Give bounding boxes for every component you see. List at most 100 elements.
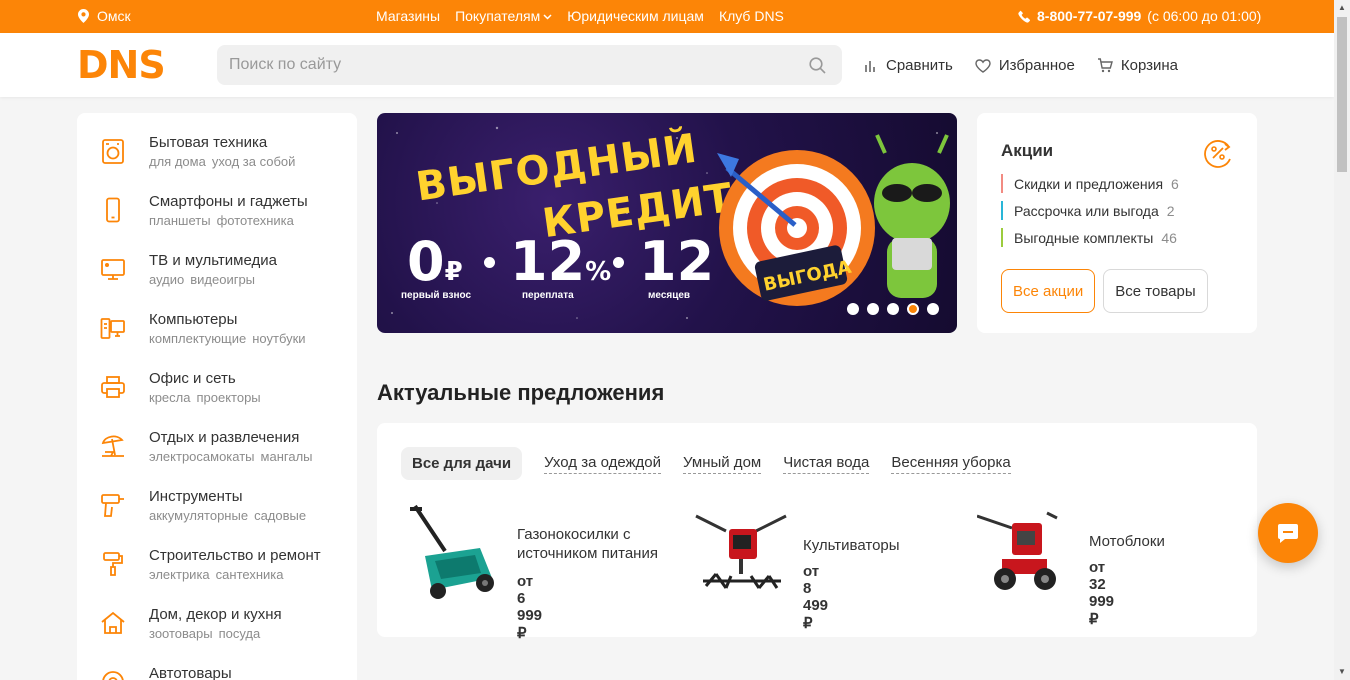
catalog-sub-link[interactable]: уход за собой xyxy=(212,154,296,169)
catalog-item-appliances[interactable]: Бытовая техника для дома уход за собой xyxy=(77,113,357,172)
banner-dot[interactable] xyxy=(887,303,899,315)
catalog-item-tools[interactable]: Инструменты аккумуляторные садовые xyxy=(77,467,357,526)
offers-tabs: Все для дачи Уход за одеждой Умный дом Ч… xyxy=(401,447,1011,480)
catalog-item-subs: электрика сантехника xyxy=(149,567,283,582)
catalog-item-computers[interactable]: Компьютеры комплектующие ноутбуки xyxy=(77,290,357,349)
catalog-item-smartphones[interactable]: Смартфоны и гаджеты планшеты фототехника xyxy=(77,172,357,231)
catalog-sub-link[interactable]: электросамокаты xyxy=(149,449,255,464)
city-name: Омск xyxy=(97,8,131,24)
catalog-sub-link[interactable]: электрика xyxy=(149,567,210,582)
catalog-item-subs: электросамокаты мангалы xyxy=(149,449,313,464)
banner-caption: переплата xyxy=(522,290,574,301)
search-bar xyxy=(217,45,842,85)
scroll-up-arrow-icon[interactable]: ▲ xyxy=(1334,0,1350,16)
promo-link-count: 2 xyxy=(1166,202,1175,219)
logo-text: DNS xyxy=(77,49,165,80)
catalog-sub-link[interactable]: планшеты xyxy=(149,213,211,228)
location-pin-icon xyxy=(78,9,89,23)
catalog-item-office[interactable]: Офис и сеть кресла проекторы xyxy=(77,349,357,408)
catalog-item-subs: кресла проекторы xyxy=(149,390,261,405)
tab-clean-water[interactable]: Чистая вода xyxy=(783,454,870,474)
catalog-item-subs: аккумуляторные садовые xyxy=(149,508,306,523)
page-scrollbar[interactable]: ▲ ▼ xyxy=(1334,0,1350,680)
phone-block[interactable]: 8-800-77-07-999 (с 06:00 до 01:00) xyxy=(1018,8,1261,24)
tab-smart-home[interactable]: Умный дом xyxy=(683,454,762,474)
cultivator-image xyxy=(695,514,787,589)
tv-icon xyxy=(101,259,125,280)
all-promos-button[interactable]: Все акции xyxy=(1001,269,1096,313)
catalog-item-title: ТВ и мультимедиа xyxy=(149,252,277,269)
header-links: Сравнить Избранное Корзина xyxy=(864,57,1178,74)
catalog-item-subs: комплектующие ноутбуки xyxy=(149,331,306,346)
catalog-sub-link[interactable]: для дома xyxy=(149,154,206,169)
catalog-item-title: Инструменты xyxy=(149,488,243,505)
top-bar: Омск Магазины Покупателям Юридическим ли… xyxy=(0,0,1334,33)
nav-customers-label: Покупателям xyxy=(455,8,541,24)
catalog-sub-link[interactable]: садовые xyxy=(254,508,306,523)
promo-link-label: Выгодные комплекты xyxy=(1014,229,1154,246)
search-input[interactable] xyxy=(217,45,777,85)
catalog-item-construction[interactable]: Строительство и ремонт электрика сантехни… xyxy=(77,526,357,585)
tab-clothes-care[interactable]: Уход за одеждой xyxy=(544,454,662,474)
catalog-sub-link[interactable]: мангалы xyxy=(261,449,313,464)
offer-product-price: от 8 499 ₽ xyxy=(803,563,829,632)
catalog-item-leisure[interactable]: Отдых и развлечения электросамокаты манга… xyxy=(77,408,357,467)
dns-logo[interactable]: DNS xyxy=(77,43,197,87)
chat-bubble-icon xyxy=(1278,524,1298,543)
catalog-item-title: Бытовая техника xyxy=(149,134,268,151)
banner-value: 0₽ xyxy=(407,230,463,293)
catalog-sub-link[interactable]: посуда xyxy=(219,626,261,641)
promotions-title: Акции xyxy=(1001,141,1054,160)
promo-link-bundles[interactable]: Выгодные комплекты 46 xyxy=(1001,224,1179,251)
favorites-link[interactable]: Избранное xyxy=(975,57,1075,74)
banner-separator-dot xyxy=(613,257,624,268)
catalog-item-auto[interactable]: Автотовары xyxy=(77,644,357,680)
catalog-sub-link[interactable]: проекторы xyxy=(196,390,260,405)
nav-stores[interactable]: Магазины xyxy=(376,8,440,24)
nav-customers[interactable]: Покупателям xyxy=(455,8,552,24)
catalog-sub-link[interactable]: аккумуляторные xyxy=(149,508,248,523)
banner-dot[interactable] xyxy=(867,303,879,315)
catalog-sub-link[interactable]: фототехника xyxy=(217,213,294,228)
cart-link[interactable]: Корзина xyxy=(1097,57,1178,74)
catalog-sub-link[interactable]: комплектующие xyxy=(149,331,246,346)
nav-club-dns[interactable]: Клуб DNS xyxy=(719,8,784,24)
scroll-down-arrow-icon[interactable]: ▼ xyxy=(1334,664,1350,680)
promotions-list: Скидки и предложения 6 Рассрочка или выго… xyxy=(1001,170,1179,251)
banner-caption: месяцев xyxy=(648,290,691,301)
scrollbar-thumb[interactable] xyxy=(1337,17,1347,172)
banner-caption: первый взнос xyxy=(401,290,472,301)
catalog-sub-link[interactable]: кресла xyxy=(149,390,190,405)
banner-separator-dot xyxy=(484,257,495,268)
car-wheel-icon xyxy=(102,671,124,680)
catalog-sub-link[interactable]: ноутбуки xyxy=(252,331,305,346)
offers-heading: Актуальные предложения xyxy=(377,380,665,405)
offer-product-price: от 32 999 ₽ xyxy=(1089,559,1115,628)
compare-link[interactable]: Сравнить xyxy=(864,57,953,74)
banner-dot[interactable] xyxy=(927,303,939,315)
banner-pagination xyxy=(847,303,939,315)
nav-business[interactable]: Юридическим лицам xyxy=(567,8,704,24)
catalog-sub-link[interactable]: видеоигры xyxy=(190,272,255,287)
banner-dot-active[interactable] xyxy=(907,303,919,315)
tab-spring-cleaning[interactable]: Весенняя уборка xyxy=(891,454,1011,474)
motoblock-image xyxy=(977,511,1058,590)
catalog-item-tv[interactable]: ТВ и мультимедиа аудио видеоигры xyxy=(77,231,357,290)
catalog-sub-link[interactable]: зоотовары xyxy=(149,626,213,641)
search-icon[interactable] xyxy=(809,57,826,74)
catalog-sub-link[interactable]: аудио xyxy=(149,272,184,287)
promo-link-installments[interactable]: Рассрочка или выгода 2 xyxy=(1001,197,1179,224)
promo-link-discounts[interactable]: Скидки и предложения 6 xyxy=(1001,170,1179,197)
house-icon xyxy=(101,611,125,634)
chat-button[interactable] xyxy=(1258,503,1318,563)
banner-dot[interactable] xyxy=(847,303,859,315)
offer-product-name: Мотоблоки xyxy=(1089,533,1165,550)
all-goods-button[interactable]: Все товары xyxy=(1103,269,1208,313)
catalog-item-title: Отдых и развлечения xyxy=(149,429,300,446)
catalog-item-subs: зоотовары посуда xyxy=(149,626,260,641)
catalog-sub-link[interactable]: сантехника xyxy=(216,567,284,582)
tab-garden[interactable]: Все для дачи xyxy=(401,447,523,480)
promo-banner[interactable]: ВЫГОДНЫЙ КРЕДИТ 0₽ 12% 12 первый взнос п… xyxy=(377,113,957,333)
catalog-item-home[interactable]: Дом, декор и кухня зоотовары посуда xyxy=(77,585,357,644)
city-selector[interactable]: Омск xyxy=(78,8,131,24)
